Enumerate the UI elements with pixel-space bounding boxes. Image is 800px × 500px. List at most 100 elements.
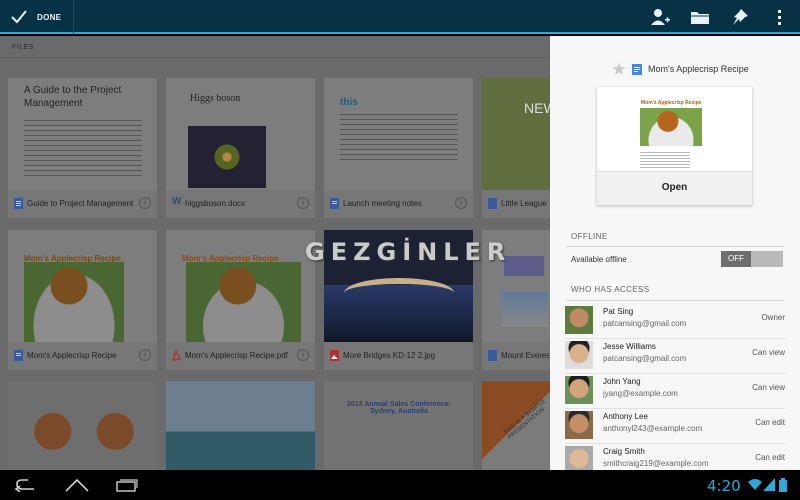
- recipe-photo: [186, 262, 301, 342]
- file-card[interactable]: [166, 381, 315, 470]
- file-card[interactable]: this Launch meeting notes i: [324, 78, 473, 218]
- file-name: Mom's Applecrisp Recipe.pdf: [185, 351, 288, 360]
- action-bar: DONE: [0, 0, 800, 34]
- divider: [566, 246, 784, 247]
- avatar: [565, 341, 593, 369]
- access-row[interactable]: Anthony Lee anthonyl243@example.com Can …: [565, 409, 785, 443]
- preview-heading: Mom's Applecrisp Recipe: [641, 100, 702, 106]
- file-card[interactable]: A Guide to the Project Management Guide …: [8, 78, 157, 218]
- open-button[interactable]: Open: [597, 171, 752, 205]
- file-thumbnail: Higgs boson: [166, 78, 315, 190]
- card-footer: Launch meeting notes i: [324, 190, 473, 218]
- file-card[interactable]: 2013 Annual Sales Conference: Sydney, Au…: [324, 381, 473, 470]
- offline-toggle[interactable]: OFF: [721, 251, 783, 267]
- info-icon[interactable]: i: [297, 349, 309, 361]
- access-row[interactable]: Jesse Williams patcansing@gmail.com Can …: [565, 339, 785, 373]
- person-role: Owner: [761, 313, 785, 322]
- file-thumbnail: NEW: [482, 78, 550, 190]
- panel-title-row: Mom's Applecrisp Recipe: [612, 61, 749, 77]
- card-footer: Little League: [482, 190, 550, 218]
- files-header: FILES: [0, 36, 550, 58]
- thumbnail-title: Higgs boson: [190, 93, 241, 104]
- person-role: Can view: [752, 348, 785, 357]
- preview-thumbnail: Mom's Applecrisp Recipe: [624, 96, 724, 171]
- file-name: Guide to Project Management: [27, 199, 134, 208]
- thumbnail-title: 2013 Annual Sales Conference: Sydney, Au…: [346, 401, 451, 415]
- card-footer: Guide to Project Management i: [8, 190, 157, 218]
- clock: 4:20: [707, 477, 741, 495]
- person-email: anthonyl243@example.com: [603, 424, 703, 433]
- pin-icon[interactable]: [730, 8, 750, 26]
- doc-icon: [632, 63, 642, 75]
- file-thumbnail: Mom's Applecrisp Recipe: [8, 230, 157, 342]
- puppies-photo: [8, 381, 157, 470]
- card-footer: More Bridges KD-12 2.jpg: [324, 342, 473, 370]
- back-icon[interactable]: [14, 478, 38, 492]
- overflow-menu-icon[interactable]: [770, 8, 790, 26]
- access-row[interactable]: Craig Smith smithcraig219@example.com Ca…: [565, 444, 785, 470]
- person-role: Can view: [752, 383, 785, 392]
- info-icon[interactable]: i: [139, 349, 151, 361]
- file-name: Launch meeting notes: [343, 199, 422, 208]
- file-name: higgsboson.docx: [185, 199, 246, 208]
- toggle-state-label: OFF: [721, 251, 751, 267]
- info-icon[interactable]: i: [297, 197, 309, 209]
- card-footer: Mom's Applecrisp Recipe.pdf i: [166, 342, 315, 370]
- image-icon: [330, 350, 339, 361]
- thumbnail-title: A Guide to the Project Management: [24, 85, 122, 109]
- preview-photo: [640, 108, 702, 146]
- avatar: [565, 376, 593, 404]
- add-person-icon[interactable]: [650, 8, 670, 26]
- details-panel: Mom's Applecrisp Recipe Mom's Applecrisp…: [550, 36, 800, 470]
- file-grid-area: FILES A Guide to the Project Management …: [0, 36, 550, 470]
- offline-section-header: OFFLINE: [571, 232, 608, 241]
- thumbnail-title: this: [340, 97, 358, 108]
- thumbnail-title: NEW: [524, 100, 550, 116]
- bridge-arch: [344, 278, 454, 308]
- document-preview[interactable]: Mom's Applecrisp Recipe Open: [597, 87, 752, 205]
- info-icon[interactable]: i: [455, 197, 467, 209]
- avatar: [565, 306, 593, 334]
- info-icon[interactable]: i: [139, 197, 151, 209]
- panel-title: Mom's Applecrisp Recipe: [648, 64, 749, 74]
- signal-icon: [763, 478, 775, 491]
- available-offline-label: Available offline: [571, 255, 627, 264]
- file-name: Mount Everest: [501, 351, 549, 360]
- access-section-header: WHO HAS ACCESS: [571, 285, 650, 294]
- doc-icon: [488, 198, 497, 209]
- avatar: [565, 446, 593, 470]
- file-name: More Bridges KD-12 2.jpg: [343, 351, 436, 360]
- particle-image: [188, 126, 266, 188]
- file-card[interactable]: THIS IS A SAMPLE PRESENTATION: [482, 381, 550, 470]
- star-icon[interactable]: [612, 62, 626, 76]
- person-name: Jesse Williams: [603, 342, 656, 351]
- person-role: Can edit: [755, 418, 785, 427]
- card-footer: Mount Everest: [482, 342, 550, 370]
- person-email: smithcraig219@example.com: [603, 459, 709, 468]
- file-card[interactable]: Higgs boson W higgsboson.docx i: [166, 78, 315, 218]
- checkmark-icon: [11, 10, 27, 24]
- recipe-photo: [24, 262, 124, 342]
- person-role: Can edit: [755, 453, 785, 462]
- preview-text: [640, 150, 690, 168]
- done-button[interactable]: DONE: [0, 0, 74, 34]
- file-card[interactable]: [8, 381, 157, 470]
- doc-icon: [330, 198, 339, 209]
- bridge-landscape-photo: [166, 381, 315, 470]
- home-icon[interactable]: [64, 478, 90, 492]
- recent-apps-icon[interactable]: [115, 478, 139, 492]
- files-section-label: FILES: [12, 44, 34, 51]
- file-card[interactable]: Mom's Applecrisp Recipe Mom's Applecrisp…: [8, 230, 157, 370]
- access-row[interactable]: John Yang jyang@example.com Can view: [565, 374, 785, 408]
- access-row[interactable]: Pat Sing patcansing@gmail.com Owner: [565, 304, 785, 338]
- card-footer: Mom's Applecrisp Recipe i: [8, 342, 157, 370]
- system-nav-bar: 4:20: [0, 470, 800, 500]
- word-icon: W: [172, 196, 182, 207]
- file-name: Little League: [501, 199, 547, 208]
- file-card[interactable]: Mom's Applecrisp Recipe Mom's Applecrisp…: [166, 230, 315, 370]
- battery-icon: [779, 478, 787, 492]
- file-thumbnail: A Guide to the Project Management: [8, 78, 157, 190]
- folder-icon[interactable]: [690, 8, 710, 26]
- file-card[interactable]: NEW Little League: [482, 78, 550, 218]
- done-label: DONE: [37, 12, 62, 22]
